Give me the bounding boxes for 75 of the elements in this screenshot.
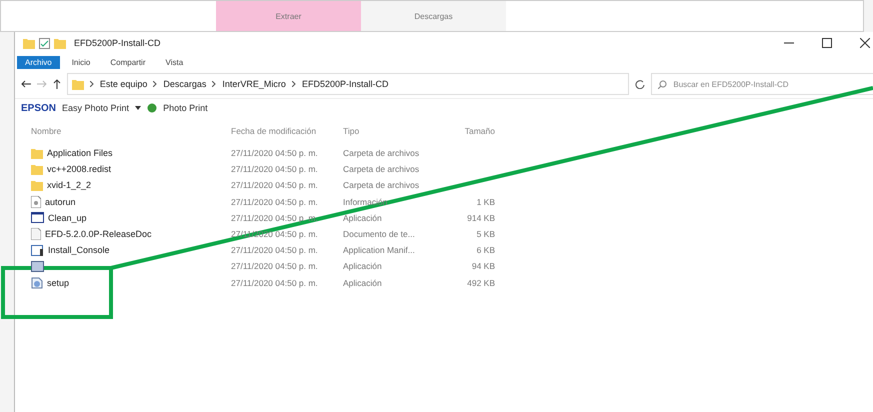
maximize-icon[interactable] <box>822 38 832 48</box>
file-name[interactable]: setup <box>47 278 70 288</box>
size-cell-text: 914 KB <box>466 212 495 225</box>
date-cell-text: 27/11/2020 04:50 p. m. <box>231 147 319 160</box>
breadcrumb-item[interactable]: InterVRE_Micro <box>222 79 286 89</box>
window-icon <box>31 260 44 272</box>
chevron-icon <box>153 81 158 87</box>
ribbon-tab[interactable]: Inicio <box>64 56 98 68</box>
file-name[interactable]: xvid-1_2_2 <box>47 180 92 190</box>
type-cell-text: Aplicación <box>343 212 383 225</box>
chevron-icon <box>90 81 94 87</box>
back-arrow-icon[interactable] <box>21 80 31 88</box>
dropdown-icon[interactable] <box>135 106 142 110</box>
address-bar[interactable]: Este equipo Descargas InterVRE_Micro EFD5200P-Install-CD <box>66 73 630 95</box>
type-cell-text: Aplicación <box>343 276 383 290</box>
size-cell-text: 492 KB <box>466 276 495 290</box>
ribbon-context-tab[interactable]: Descargas <box>361 1 506 31</box>
file-name[interactable]: Install_Console <box>48 245 110 256</box>
date-cell-text: 27/11/2020 04:50 p. m. <box>231 260 319 274</box>
size-cell-text: 5 KB <box>476 228 495 242</box>
document-icon <box>31 228 41 240</box>
file-name[interactable]: Application Files <box>47 148 113 158</box>
file-name[interactable]: Clean_up <box>48 212 87 223</box>
date-cell-text: 27/11/2020 04:50 p. m. <box>231 276 319 290</box>
close-icon[interactable] <box>860 38 870 48</box>
folder-icon <box>72 78 84 90</box>
column-header[interactable]: Fecha de modificación <box>231 117 343 145</box>
file-name[interactable]: autorun <box>45 196 76 207</box>
settings-file-icon <box>31 196 41 208</box>
up-arrow-icon[interactable] <box>52 79 61 89</box>
search-field[interactable]: Buscar en EFD5200P-Install-CD <box>651 73 873 95</box>
type-cell-text: Application Manif... <box>343 244 416 258</box>
size-cell-text: 6 KB <box>476 244 495 258</box>
type-cell-text: Carpeta de archivos <box>343 147 420 160</box>
folder-icon <box>23 38 35 48</box>
type-cell-text: Carpeta de archivos <box>343 179 420 192</box>
type-cell-text: Carpeta de archivos <box>343 163 420 176</box>
search-placeholder: Buscar en EFD5200P-Install-CD <box>673 80 789 88</box>
checkbox-icon[interactable] <box>39 38 50 48</box>
column-header[interactable]: Nombre <box>31 117 231 145</box>
size-cell-text: 94 KB <box>470 260 495 274</box>
window-icon <box>31 212 44 224</box>
setup-icon <box>31 276 43 289</box>
column-header[interactable]: Tamaño <box>435 117 495 145</box>
date-cell-text: 27/11/2020 04:50 p. m. <box>231 179 319 192</box>
date-cell-text: 27/11/2020 04:50 p. m. <box>231 163 319 176</box>
date-cell-text: 27/11/2020 04:50 p. m. <box>231 212 319 225</box>
toolbar-item[interactable]: Photo Print <box>163 103 208 113</box>
column-header[interactable]: Tipo <box>343 117 435 145</box>
file-name[interactable]: EFD-5.2.0.0P-ReleaseDoc <box>45 229 152 240</box>
window-title: EFD5200P-Install-CD <box>74 38 161 48</box>
breadcrumb-item[interactable]: EFD5200P-Install-CD <box>302 79 388 89</box>
window-icon <box>31 244 44 256</box>
breadcrumb-item[interactable]: Este equipo <box>100 79 148 89</box>
breadcrumb-item[interactable]: Descargas <box>163 79 206 89</box>
folder-icon <box>31 164 43 175</box>
search-icon <box>658 80 668 88</box>
size-cell-text: 1 KB <box>476 196 495 209</box>
ribbon-tab[interactable]: Archivo <box>17 56 60 68</box>
ribbon-tab[interactable]: Compartir <box>102 56 154 68</box>
refresh-icon[interactable] <box>635 79 646 89</box>
date-cell-text: 27/11/2020 04:50 p. m. <box>231 196 319 209</box>
date-cell-text: 27/11/2020 04:50 p. m. <box>231 244 319 258</box>
folder-icon <box>31 180 43 191</box>
type-cell-text: Documento de te... <box>343 228 416 242</box>
brand-label: EPSON <box>21 102 56 114</box>
folder-icon <box>31 148 43 159</box>
chevron-icon <box>212 81 216 87</box>
ribbon-tab[interactable]: Vista <box>158 56 192 68</box>
folder-icon <box>54 38 66 48</box>
type-cell-text: Aplicación <box>343 260 383 274</box>
file-name[interactable]: vc++2008.redist <box>47 164 112 174</box>
type-cell-text: Información <box>343 196 388 209</box>
chevron-icon <box>292 81 296 87</box>
toolbar-item[interactable]: Easy Photo Print <box>62 103 130 113</box>
